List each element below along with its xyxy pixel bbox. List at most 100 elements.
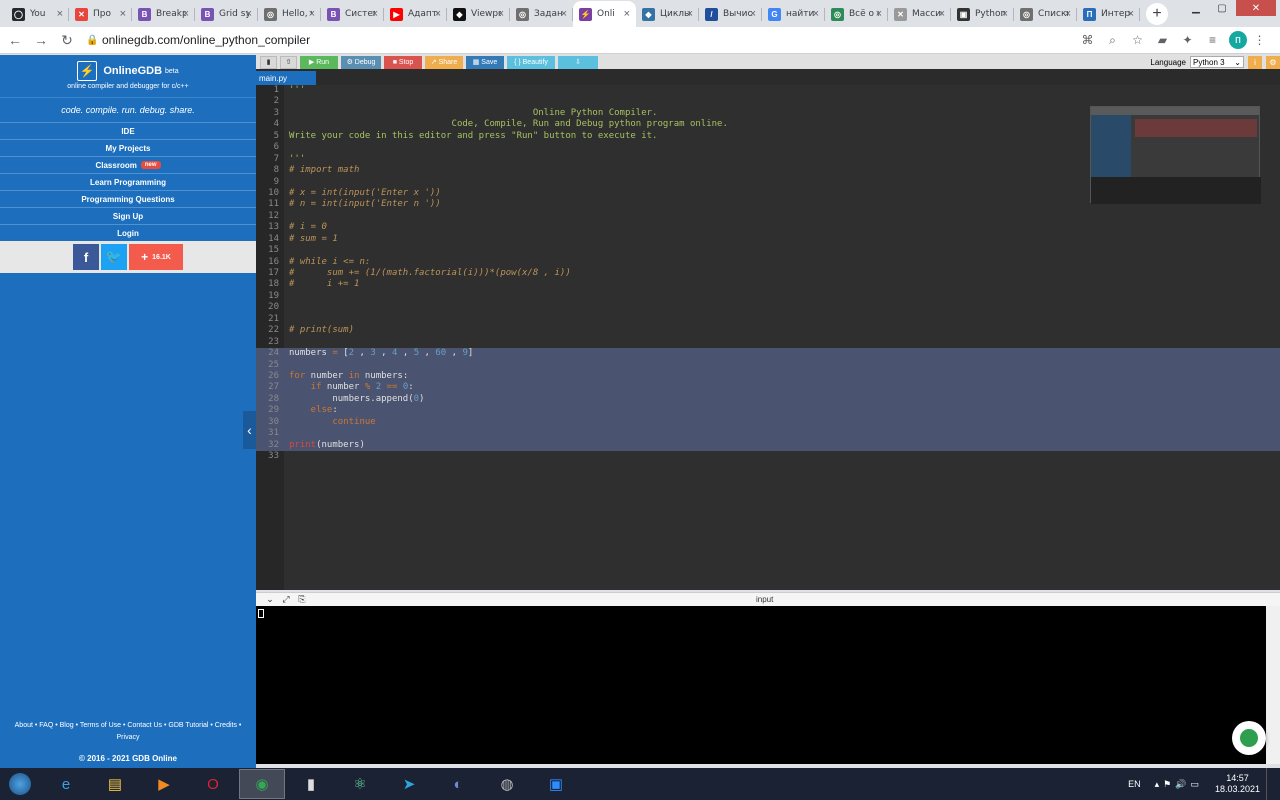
close-tab-icon[interactable]: × (246, 8, 252, 20)
browser-tab[interactable]: ◎ Hello, w× (258, 1, 321, 27)
browser-tab[interactable]: П Интера× (1077, 1, 1140, 27)
browser-tab[interactable]: B Систем× (321, 1, 384, 27)
extension-icon[interactable]: ▰ (1150, 33, 1175, 47)
browser-tab[interactable]: Gнайти в× (762, 1, 825, 27)
code-line[interactable]: 20 (256, 302, 1280, 313)
brand[interactable]: ⚡ OnlineGDB beta online compiler and deb… (0, 55, 256, 97)
close-tab-icon[interactable]: × (624, 8, 630, 20)
translate-icon[interactable]: ⌘ (1075, 33, 1100, 47)
code-line[interactable]: 28 numbers.append(0) (256, 393, 1280, 406)
close-tab-icon[interactable]: × (687, 8, 693, 20)
console-output[interactable] (256, 606, 1266, 764)
sidebar-item-classroom[interactable]: Classroom new (0, 156, 256, 173)
atom-icon[interactable]: ⚛ (337, 769, 383, 799)
media-icon[interactable]: ≡ (1200, 33, 1225, 47)
share-button[interactable]: ↗ Share (425, 55, 463, 69)
back-icon[interactable]: ← (4, 32, 26, 48)
code-line[interactable]: 18 # i += 1 (256, 279, 1280, 290)
close-tab-icon[interactable]: × (498, 8, 504, 20)
browser-tab[interactable]: ⚡ Onli × (573, 1, 636, 27)
browser-tab[interactable]: ▣ Python × (951, 1, 1014, 27)
code-line[interactable]: 31 (256, 428, 1280, 440)
zoom-icon[interactable]: ▣ (533, 769, 579, 799)
sidebar-item-ide[interactable]: IDE (0, 122, 256, 139)
terminal-icon[interactable]: ▮ (288, 769, 334, 799)
close-tab-icon[interactable]: × (1128, 8, 1134, 20)
reload-icon[interactable]: ↻ (56, 32, 78, 49)
code-line[interactable]: 25 (256, 359, 1280, 371)
close-tab-icon[interactable]: × (183, 8, 189, 20)
code-line[interactable]: 23 (256, 337, 1280, 348)
close-tab-icon[interactable]: × (435, 8, 441, 20)
download-icon[interactable]: ⇩ (558, 55, 598, 69)
chrome-icon[interactable]: ◉ (239, 769, 285, 799)
code-line[interactable]: 32 print(numbers) (256, 439, 1280, 451)
bookmark-star-icon[interactable]: ☆ (1125, 33, 1150, 47)
code-line[interactable]: 26 for number in numbers: (256, 370, 1280, 383)
browser-tab[interactable]: B Breakp × (132, 1, 195, 27)
sidebar-item-learn-programming[interactable]: Learn Programming (0, 173, 256, 190)
forward-icon[interactable]: → (30, 32, 52, 48)
footer-links[interactable]: About • FAQ • Blog • Terms of Use • Cont… (0, 720, 256, 744)
beautify-button[interactable]: { } Beautify (507, 55, 555, 69)
telegram-icon[interactable]: ➤ (386, 769, 432, 799)
collapse-console-icon[interactable]: ⌄ (262, 594, 278, 605)
browser-tab[interactable]: ◯ You × (6, 1, 69, 27)
chat-icon[interactable] (1232, 721, 1266, 755)
close-window-button[interactable]: ✕ (1236, 0, 1276, 16)
code-line[interactable]: 30 continue (256, 416, 1280, 429)
browser-tab[interactable]: B Grid sys× (195, 1, 258, 27)
twitter-icon[interactable]: 🐦 (101, 244, 127, 270)
discord-icon[interactable]: ◐ (435, 769, 481, 799)
code-line[interactable]: 33 (256, 451, 1280, 462)
file-tab-main[interactable]: main.py (256, 71, 316, 85)
close-tab-icon[interactable]: × (57, 8, 63, 20)
menu-icon[interactable]: ⋮ (1247, 33, 1272, 47)
tray-icons[interactable]: ▴⚑🔊▭ (1155, 779, 1203, 790)
browser-tab[interactable]: ◆ Viewpo × (447, 1, 510, 27)
close-tab-icon[interactable]: × (939, 8, 945, 20)
disk-icon[interactable]: ◍ (484, 769, 530, 799)
browser-tab[interactable]: ◎ Всё о с × (825, 1, 888, 27)
new-tab-button[interactable]: + (1146, 3, 1168, 25)
collapse-sidebar-icon[interactable]: ‹ (243, 411, 256, 449)
share-count-button[interactable]: + 16.1K (129, 244, 183, 270)
close-tab-icon[interactable]: × (876, 8, 882, 20)
code-line[interactable]: 12 (256, 211, 1280, 222)
stop-button[interactable]: ■ Stop (384, 55, 422, 69)
code-line[interactable]: 21 (256, 314, 1280, 325)
copy-icon[interactable]: ⎘ (294, 594, 310, 605)
sidebar-item-login[interactable]: Login (0, 224, 256, 241)
close-tab-icon[interactable]: × (1002, 8, 1008, 20)
save-button[interactable]: ▦ Save (466, 55, 504, 69)
close-tab-icon[interactable]: × (561, 8, 567, 20)
code-line[interactable]: 24 numbers = [2 , 3 , 4 , 5 , 60 , 9] (256, 348, 1280, 360)
language-select[interactable]: Python 3 ⌄ (1190, 56, 1244, 68)
run-button[interactable]: ▶ Run (300, 55, 338, 69)
puzzle-icon[interactable]: ✦ (1175, 33, 1200, 47)
opera-icon[interactable]: O (190, 769, 236, 799)
sidebar-item-sign-up[interactable]: Sign Up (0, 207, 256, 224)
code-line[interactable]: 17 # sum += (1/(math.factorial(i)))*(pow(… (256, 268, 1280, 279)
expand-icon[interactable]: ⤢ (278, 594, 294, 605)
input-language[interactable]: EN (1128, 779, 1141, 789)
close-tab-icon[interactable]: × (1065, 8, 1071, 20)
browser-tab[interactable]: ◎ Списки× (1014, 1, 1077, 27)
clock[interactable]: 14:57 18.03.2021 (1215, 773, 1260, 795)
upload-icon[interactable]: ⇧ (280, 55, 297, 69)
code-line[interactable]: 19 (256, 291, 1280, 302)
code-line[interactable]: 1 ''' (256, 85, 1280, 96)
minimize-button[interactable]: ▁ (1184, 0, 1208, 16)
close-tab-icon[interactable]: × (120, 8, 126, 20)
info-icon[interactable]: i (1248, 55, 1262, 69)
code-line[interactable]: 16 # while i <= n: (256, 257, 1280, 268)
code-line[interactable]: 22 # print(sum) (256, 325, 1280, 336)
close-tab-icon[interactable]: × (813, 8, 819, 20)
file-explorer-icon[interactable]: ▤ (92, 769, 138, 799)
browser-tab[interactable]: ◎ Задан × (510, 1, 573, 27)
code-line[interactable]: 13 # i = 0 (256, 222, 1280, 233)
ie-icon[interactable]: e (43, 769, 89, 799)
browser-tab[interactable]: ✕ Массив× (888, 1, 951, 27)
address-bar[interactable]: 🔒 onlinegdb.com/online_python_compiler (86, 29, 1075, 51)
close-tab-icon[interactable]: × (309, 8, 315, 20)
